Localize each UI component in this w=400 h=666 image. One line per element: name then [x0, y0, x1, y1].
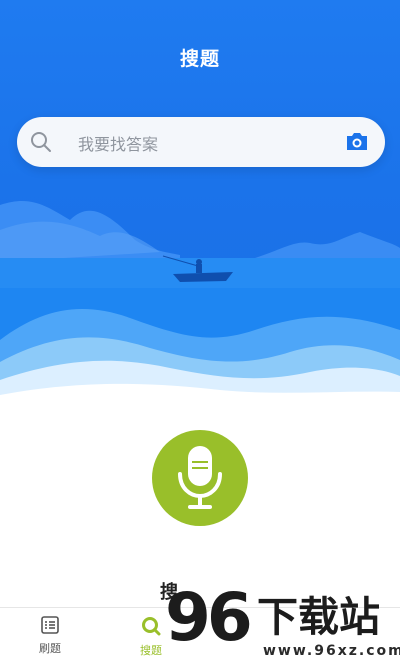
search-icon	[31, 132, 51, 152]
hero-banner: 搜题 我要找答案	[0, 0, 400, 405]
search-bar[interactable]: 我要找答案	[17, 117, 385, 167]
watermark-logo: 96 下载站 www.96xz.com	[165, 579, 400, 663]
tab-practice[interactable]: 刷题	[20, 616, 80, 656]
watermark-url: www.96xz.com	[263, 643, 400, 659]
microphone-icon	[178, 446, 222, 509]
camera-icon[interactable]	[345, 130, 369, 152]
search-input[interactable]: 我要找答案	[78, 131, 158, 155]
voice-search-button[interactable]	[152, 430, 248, 526]
tab-practice-label: 刷题	[39, 642, 61, 655]
watermark-digits: 96	[165, 579, 253, 656]
page-title: 搜题	[179, 48, 220, 70]
list-icon	[41, 616, 59, 634]
search-tab-icon	[142, 617, 161, 636]
watermark-brand: 下载站	[257, 593, 380, 641]
